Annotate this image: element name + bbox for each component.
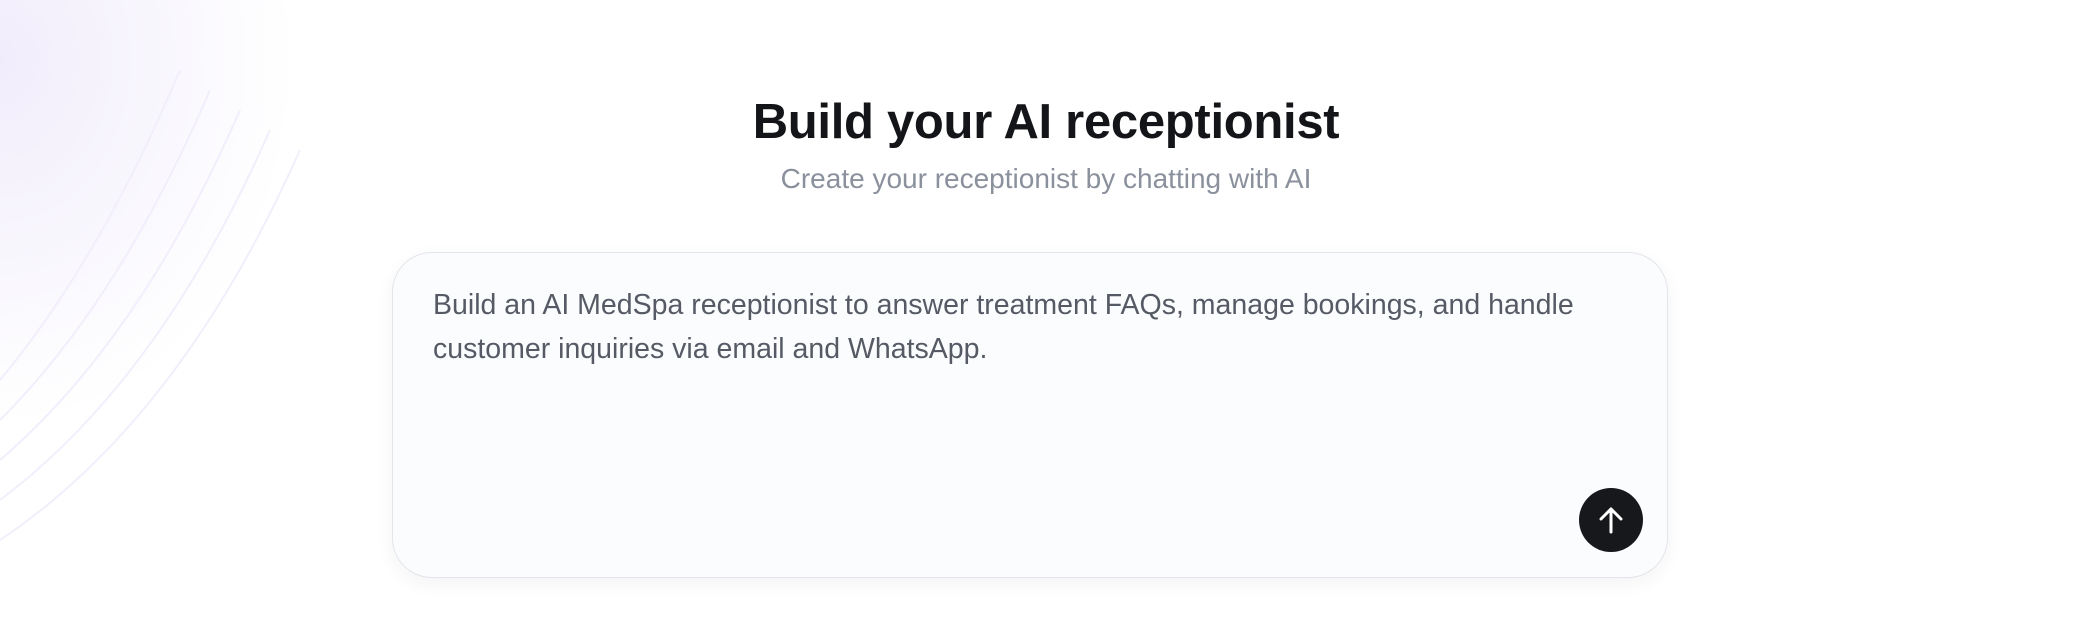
page-title: Build your AI receptionist: [752, 95, 1340, 149]
hero-header: Build your AI receptionist Create your r…: [0, 92, 2092, 196]
prompt-input[interactable]: Build an AI MedSpa receptionist to answe…: [433, 283, 1623, 371]
background-decoration: [0, 69, 301, 541]
page-subtitle: Create your receptionist by chatting wit…: [780, 163, 1312, 194]
arrow-up-icon: [1599, 507, 1623, 534]
prompt-composer[interactable]: Build an AI MedSpa receptionist to answe…: [392, 252, 1668, 578]
page: Build your AI receptionist Create your r…: [0, 0, 2092, 632]
send-button[interactable]: [1579, 488, 1643, 552]
